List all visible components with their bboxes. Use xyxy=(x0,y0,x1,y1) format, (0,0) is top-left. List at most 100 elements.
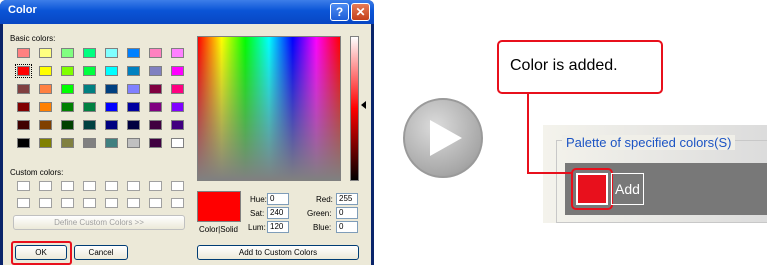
lum-label: Lum: xyxy=(248,223,266,232)
cancel-button[interactable]: Cancel xyxy=(74,245,128,260)
custom-color-swatch[interactable] xyxy=(171,198,184,208)
ok-button-highlight xyxy=(11,241,72,265)
basic-color-swatch[interactable] xyxy=(171,66,184,76)
basic-color-swatch[interactable] xyxy=(105,138,118,148)
basic-color-swatch[interactable] xyxy=(127,138,140,148)
basic-color-swatch[interactable] xyxy=(61,84,74,94)
basic-color-swatch[interactable] xyxy=(39,138,52,148)
custom-color-swatch[interactable] xyxy=(39,198,52,208)
basic-color-swatch[interactable] xyxy=(105,84,118,94)
dialog-title-bar: Color ? ✕ xyxy=(0,0,374,24)
custom-color-swatch[interactable] xyxy=(39,181,52,191)
custom-color-swatch[interactable] xyxy=(105,181,118,191)
basic-color-swatch[interactable] xyxy=(17,84,30,94)
basic-color-swatch[interactable] xyxy=(17,48,30,58)
callout-leader-line-horizontal xyxy=(527,172,573,174)
basic-color-swatch[interactable] xyxy=(149,102,162,112)
basic-color-swatch[interactable] xyxy=(105,102,118,112)
basic-color-swatch[interactable] xyxy=(83,48,96,58)
basic-colors-label: Basic colors: xyxy=(10,34,56,43)
basic-color-swatch[interactable] xyxy=(149,48,162,58)
added-color-highlight xyxy=(571,168,613,210)
basic-color-swatch[interactable] xyxy=(149,84,162,94)
play-triangle-icon xyxy=(430,120,462,156)
lum-field[interactable]: 120 xyxy=(267,221,289,233)
basic-color-swatch[interactable] xyxy=(61,138,74,148)
color-preview xyxy=(197,191,241,222)
hue-label: Hue: xyxy=(250,195,267,204)
custom-color-swatch[interactable] xyxy=(127,198,140,208)
define-custom-colors-button[interactable]: Define Custom Colors >> xyxy=(13,215,185,230)
green-field[interactable]: 0 xyxy=(336,207,358,219)
custom-color-swatch[interactable] xyxy=(83,181,96,191)
basic-color-swatch[interactable] xyxy=(39,84,52,94)
basic-color-swatch[interactable] xyxy=(105,66,118,76)
custom-color-swatch[interactable] xyxy=(61,198,74,208)
basic-color-swatch[interactable] xyxy=(15,64,32,78)
basic-color-swatch[interactable] xyxy=(127,120,140,130)
basic-color-swatch[interactable] xyxy=(61,120,74,130)
sat-label: Sat: xyxy=(250,209,265,218)
basic-color-swatch[interactable] xyxy=(149,120,162,130)
callout-text: Color is added. xyxy=(510,57,618,74)
basic-color-swatch[interactable] xyxy=(39,48,52,58)
add-to-custom-colors-button[interactable]: Add to Custom Colors xyxy=(197,245,359,260)
palette-add-button[interactable]: Add xyxy=(611,173,644,205)
custom-color-swatch[interactable] xyxy=(17,198,30,208)
basic-color-swatch[interactable] xyxy=(171,102,184,112)
dialog-body: Basic colors: Custom colors: Define Cust… xyxy=(3,24,371,265)
basic-color-swatch[interactable] xyxy=(171,120,184,130)
red-label: Red: xyxy=(316,195,333,204)
luminosity-bar[interactable] xyxy=(350,36,359,181)
basic-color-swatch[interactable] xyxy=(127,48,140,58)
custom-color-swatch[interactable] xyxy=(171,181,184,191)
blue-label: Blue: xyxy=(313,223,332,232)
basic-color-swatch[interactable] xyxy=(127,84,140,94)
basic-color-swatch[interactable] xyxy=(127,102,140,112)
basic-color-swatch[interactable] xyxy=(17,102,30,112)
sat-field[interactable]: 240 xyxy=(267,207,289,219)
green-label: Green: xyxy=(307,209,332,218)
custom-colors-label: Custom colors: xyxy=(10,168,64,177)
basic-color-swatch[interactable] xyxy=(171,84,184,94)
custom-color-swatch[interactable] xyxy=(17,181,30,191)
basic-color-swatch[interactable] xyxy=(17,138,30,148)
basic-color-swatch[interactable] xyxy=(105,48,118,58)
custom-color-swatch[interactable] xyxy=(61,181,74,191)
basic-color-swatch[interactable] xyxy=(127,66,140,76)
custom-color-swatch[interactable] xyxy=(127,181,140,191)
hue-field[interactable]: 0 xyxy=(267,193,289,205)
custom-color-swatch[interactable] xyxy=(105,198,118,208)
close-button[interactable]: ✕ xyxy=(351,3,370,21)
basic-color-swatch[interactable] xyxy=(171,138,184,148)
basic-color-swatch[interactable] xyxy=(39,120,52,130)
palette-title: Palette of specified colors(S) xyxy=(562,135,736,150)
basic-color-swatch[interactable] xyxy=(83,120,96,130)
tutorial-illustration: Color ? ✕ Basic colors: Custom colors: D… xyxy=(0,0,767,265)
custom-color-swatch[interactable] xyxy=(149,181,162,191)
luminosity-arrow-icon[interactable] xyxy=(361,101,366,109)
basic-color-swatch[interactable] xyxy=(83,84,96,94)
basic-color-swatch[interactable] xyxy=(171,48,184,58)
basic-color-swatch[interactable] xyxy=(61,102,74,112)
callout-leader-line xyxy=(527,94,529,173)
red-field[interactable]: 255 xyxy=(336,193,358,205)
basic-color-swatch[interactable] xyxy=(149,66,162,76)
basic-color-swatch[interactable] xyxy=(17,120,30,130)
basic-color-swatch[interactable] xyxy=(39,102,52,112)
dialog-title: Color xyxy=(8,4,37,16)
help-button[interactable]: ? xyxy=(330,3,349,21)
custom-color-swatch[interactable] xyxy=(83,198,96,208)
basic-color-swatch[interactable] xyxy=(149,138,162,148)
color-spectrum[interactable] xyxy=(197,36,341,181)
basic-color-swatch[interactable] xyxy=(61,66,74,76)
basic-color-swatch[interactable] xyxy=(83,138,96,148)
basic-color-swatch[interactable] xyxy=(61,48,74,58)
color-dialog: Color ? ✕ Basic colors: Custom colors: D… xyxy=(0,0,374,265)
blue-field[interactable]: 0 xyxy=(336,221,358,233)
custom-color-swatch[interactable] xyxy=(149,198,162,208)
basic-color-swatch[interactable] xyxy=(83,102,96,112)
basic-color-swatch[interactable] xyxy=(83,66,96,76)
basic-color-swatch[interactable] xyxy=(39,66,52,76)
basic-color-swatch[interactable] xyxy=(105,120,118,130)
